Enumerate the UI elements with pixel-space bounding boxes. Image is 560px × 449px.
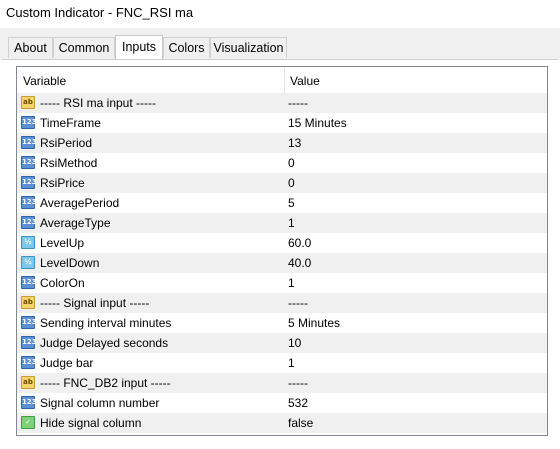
variable-name: Hide signal column [40, 416, 142, 430]
variable-name: Signal column number [40, 396, 160, 410]
integer-icon: 123 [21, 116, 37, 129]
variable-name: LevelUp [40, 236, 85, 250]
string-icon: ab [21, 296, 35, 309]
column-header-value[interactable]: Value [290, 74, 320, 88]
variable-value[interactable]: ----- [288, 296, 308, 310]
table-row[interactable]: 123 RsiMethod 0 [17, 153, 547, 173]
table-row[interactable]: ½ LevelUp 60.0 [17, 233, 547, 253]
window-title: Custom Indicator - FNC_RSI ma [6, 5, 194, 20]
inputs-grid: Variable Value ab ----- RSI ma input ----… [16, 66, 548, 436]
tab-visualization[interactable]: Visualization [210, 37, 287, 58]
variable-name: RsiPrice [40, 176, 85, 190]
variable-value[interactable]: false [288, 416, 313, 430]
table-row[interactable]: ½ LevelDown 40.0 [17, 253, 547, 273]
column-divider[interactable] [284, 67, 285, 93]
variable-name: ----- Signal input ----- [40, 296, 150, 310]
table-row[interactable]: 123 Judge Delayed seconds 10 [17, 333, 547, 353]
variable-name: Judge Delayed seconds [40, 336, 169, 350]
tab-strip: About Common Inputs Colors Visualization [0, 28, 560, 60]
variable-value[interactable]: 532 [288, 396, 308, 410]
variable-value[interactable]: 60.0 [288, 236, 311, 250]
variable-name: Sending interval minutes [40, 316, 172, 330]
string-icon: ab [21, 96, 35, 109]
variable-name: RsiPeriod [40, 136, 93, 150]
tab-common[interactable]: Common [53, 37, 115, 58]
variable-name: LevelDown [40, 256, 100, 270]
variable-value[interactable]: 13 [288, 136, 301, 150]
variable-value[interactable]: 1 [288, 276, 295, 290]
variable-name: ----- RSI ma input ----- [40, 96, 156, 110]
variable-value[interactable]: ----- [288, 376, 308, 390]
string-icon: ab [21, 376, 35, 389]
column-header-variable[interactable]: Variable [23, 74, 66, 88]
variable-value[interactable]: 1 [288, 356, 295, 370]
variable-value[interactable]: 0 [288, 176, 295, 190]
variable-value[interactable]: 1 [288, 216, 295, 230]
variable-name: Judge bar [40, 356, 94, 370]
variable-name: AverageType [40, 216, 111, 230]
table-row[interactable]: 123 AveragePeriod 5 [17, 193, 547, 213]
table-row[interactable]: ✓ Hide signal column false [17, 413, 547, 433]
variable-name: ----- FNC_DB2 input ----- [40, 376, 171, 390]
variable-name: RsiMethod [40, 156, 98, 170]
variable-value[interactable]: 5 [288, 196, 295, 210]
variable-value[interactable]: 40.0 [288, 256, 311, 270]
integer-icon: 123 [21, 336, 37, 349]
integer-icon: 123 [21, 396, 37, 409]
variable-value[interactable]: ----- [288, 96, 308, 110]
integer-icon: 123 [21, 176, 37, 189]
integer-icon: 123 [21, 136, 37, 149]
table-row[interactable]: 123 AverageType 1 [17, 213, 547, 233]
variable-value[interactable]: 15 Minutes [288, 116, 347, 130]
variable-name: AveragePeriod [40, 196, 120, 210]
table-row[interactable]: ab ----- FNC_DB2 input ----- ----- [17, 373, 547, 393]
integer-icon: 123 [21, 276, 37, 289]
table-row[interactable]: 123 Sending interval minutes 5 Minutes [17, 313, 547, 333]
variable-name: ColorOn [40, 276, 85, 290]
tab-about[interactable]: About [8, 37, 53, 58]
integer-icon: 123 [21, 356, 37, 369]
variable-value[interactable]: 0 [288, 156, 295, 170]
integer-icon: 123 [21, 196, 37, 209]
double-icon: ½ [21, 256, 35, 269]
variable-value[interactable]: 10 [288, 336, 301, 350]
table-row[interactable]: 123 TimeFrame 15 Minutes [17, 113, 547, 133]
table-row[interactable]: ab ----- RSI ma input ----- ----- [17, 93, 547, 113]
variable-name: TimeFrame [40, 116, 101, 130]
tab-colors[interactable]: Colors [163, 37, 210, 58]
integer-icon: 123 [21, 156, 37, 169]
table-row[interactable]: 123 Judge bar 1 [17, 353, 547, 373]
title-bar: Custom Indicator - FNC_RSI ma [0, 0, 560, 28]
table-row[interactable]: ab ----- Signal input ----- ----- [17, 293, 547, 313]
tab-inputs[interactable]: Inputs [115, 35, 163, 60]
table-row[interactable]: 123 ColorOn 1 [17, 273, 547, 293]
grid-header: Variable Value [17, 67, 547, 94]
table-row[interactable]: 123 Signal column number 532 [17, 393, 547, 413]
table-row[interactable]: 123 RsiPrice 0 [17, 173, 547, 193]
integer-icon: 123 [21, 216, 37, 229]
integer-icon: 123 [21, 316, 37, 329]
bool-icon: ✓ [21, 416, 35, 429]
variable-value[interactable]: 5 Minutes [288, 316, 340, 330]
double-icon: ½ [21, 236, 35, 249]
table-row[interactable]: 123 RsiPeriod 13 [17, 133, 547, 153]
